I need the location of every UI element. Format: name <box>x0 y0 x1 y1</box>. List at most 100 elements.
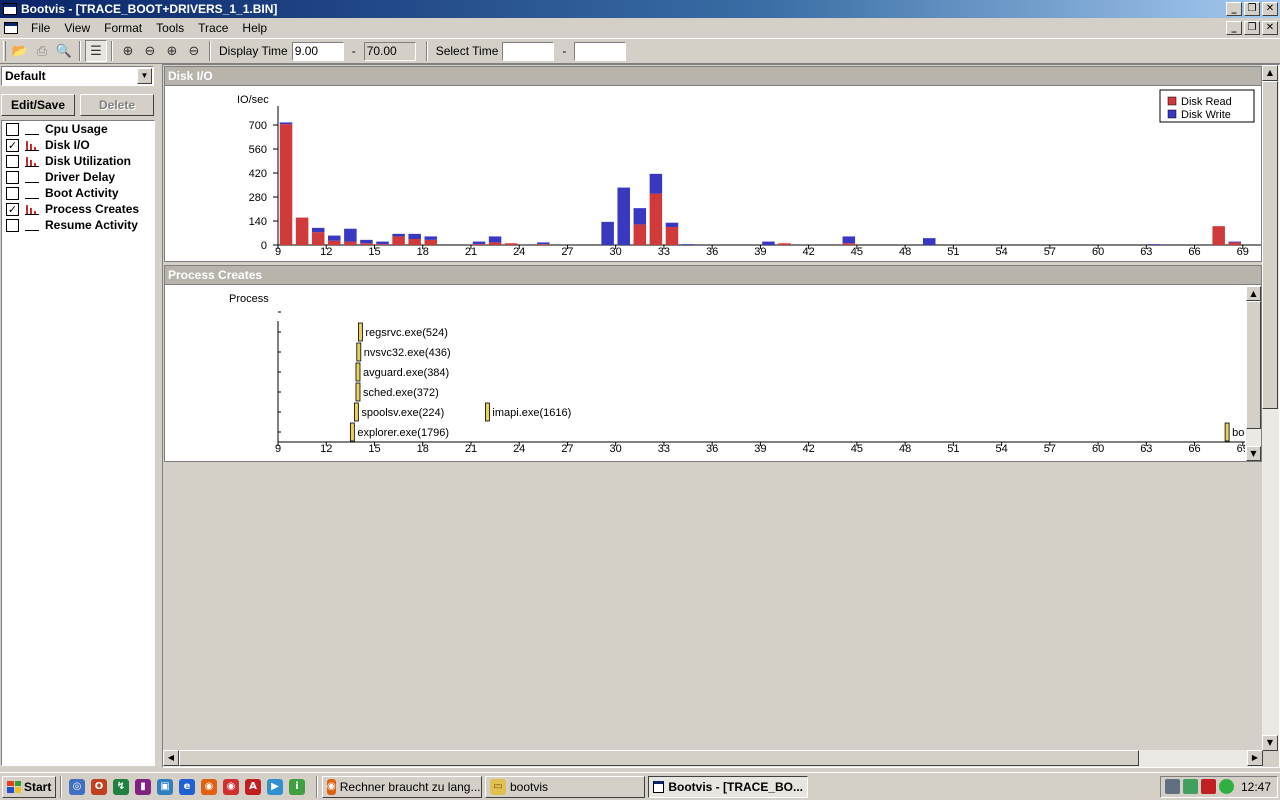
network-app-icon[interactable]: ▣ <box>157 778 173 795</box>
task-explorer-folder[interactable]: ▭ bootvis <box>485 775 645 798</box>
print-preview-icon[interactable]: 🔍 <box>53 40 75 62</box>
x-tick-label: 30 <box>610 443 622 455</box>
select-time-to-input[interactable] <box>574 41 627 61</box>
print-icon[interactable]: ⎙ <box>31 40 53 62</box>
process-label: sched.exe(372) <box>363 387 439 399</box>
graph-checkbox[interactable] <box>6 170 19 184</box>
doc-restore-button[interactable]: ❐ <box>1244 21 1260 35</box>
process-label: avguard.exe(384) <box>363 367 449 379</box>
tray-device-icon[interactable] <box>1165 779 1180 794</box>
x-tick-label: 12 <box>320 443 332 455</box>
x-tick-label: 66 <box>1188 246 1200 258</box>
zoom-in-selection-icon[interactable]: ⊕ <box>161 40 183 62</box>
graph-checkbox[interactable]: ✓ <box>6 202 19 216</box>
bar-chart-icon <box>25 155 39 167</box>
doc-close-button[interactable]: ✕ <box>1262 21 1278 35</box>
y-tick-label: 420 <box>249 168 267 180</box>
x-tick-label: 36 <box>706 246 718 258</box>
scroll-down-icon[interactable]: ▼ <box>1262 735 1278 751</box>
scroll-left-icon[interactable]: ◀ <box>163 750 179 766</box>
doc-minimize-button[interactable]: _ <box>1226 21 1242 35</box>
open-icon[interactable]: 📂 <box>9 40 31 62</box>
x-tick-label: 15 <box>368 443 380 455</box>
graph-list-item[interactable]: ✓ Process Creates <box>2 201 154 217</box>
zoom-out-icon[interactable]: ⊖ <box>139 40 161 62</box>
restore-button[interactable]: ❐ <box>1244 2 1260 16</box>
menu-tools[interactable]: Tools <box>149 19 191 37</box>
toolbar-separator <box>79 41 81 61</box>
disk-write-bar <box>279 122 293 125</box>
horizontal-scrollbar[interactable]: ◀ ▶ <box>163 750 1263 767</box>
tray-wireless-icon[interactable] <box>1219 779 1234 794</box>
acrobat-icon[interactable]: A <box>245 778 261 795</box>
taskbar-separator <box>316 775 318 798</box>
delete-button[interactable]: Delete <box>80 94 154 116</box>
graph-list-item[interactable]: Boot Activity <box>2 185 154 201</box>
display-time-to-input[interactable] <box>363 41 416 61</box>
graph-list-item[interactable]: Cpu Usage <box>2 121 154 137</box>
zoom-out-full-icon[interactable]: ⊖ <box>183 40 205 62</box>
process-marker <box>355 382 361 402</box>
profile-value: Default <box>5 69 46 83</box>
vertical-scrollbar[interactable]: ▲ ▼ <box>1262 65 1279 751</box>
scroll-down-icon[interactable]: ▼ <box>1246 446 1261 461</box>
scroll-thumb[interactable] <box>179 750 1139 766</box>
red-app-icon[interactable]: ◉ <box>223 778 239 795</box>
graph-list-item[interactable]: Resume Activity <box>2 217 154 233</box>
x-tick-label: 42 <box>803 246 815 258</box>
graph-checkbox[interactable] <box>6 154 19 168</box>
scroll-thumb[interactable] <box>1262 81 1278 409</box>
tray-network-icon[interactable] <box>1183 779 1198 794</box>
show-desktop-icon[interactable]: ◎ <box>69 778 85 795</box>
display-time-from-input[interactable] <box>291 41 344 61</box>
tray-acrobat-icon[interactable] <box>1201 779 1216 794</box>
scroll-up-icon[interactable]: ▲ <box>1246 286 1261 301</box>
scroll-right-icon[interactable]: ▶ <box>1247 750 1263 766</box>
office-icon[interactable]: O <box>91 778 107 795</box>
graph-checkbox[interactable] <box>6 218 19 232</box>
graph-list-item[interactable]: ✓ Disk I/O <box>2 137 154 153</box>
select-time-from-input[interactable] <box>502 41 555 61</box>
chevron-down-icon[interactable]: ▼ <box>137 68 152 84</box>
menu-format[interactable]: Format <box>97 19 149 37</box>
graph-list-item[interactable]: Disk Utilization <box>2 153 154 169</box>
scroll-up-icon[interactable]: ▲ <box>1262 65 1278 81</box>
media-player-icon[interactable]: ▶ <box>267 778 283 795</box>
document-icon[interactable] <box>4 22 18 34</box>
task-label: Rechner braucht zu lang... <box>339 779 481 794</box>
menu-file[interactable]: File <box>24 19 57 37</box>
graph-panel: Default ▼ Edit/Save Delete Cpu Usage ✓ Dis… <box>0 64 158 768</box>
minimize-button[interactable]: _ <box>1226 2 1242 16</box>
disk-read-bar <box>408 239 421 245</box>
info-app-icon[interactable]: i <box>289 778 305 795</box>
task-bootvis[interactable]: Bootvis - [TRACE_BO... <box>648 775 808 798</box>
pane-scrollbar[interactable]: ▲ ▼ <box>1246 286 1261 461</box>
graph-checkbox[interactable] <box>6 186 19 200</box>
start-button[interactable]: Start <box>2 775 56 798</box>
list-view-icon[interactable]: ☰ <box>85 40 107 62</box>
zoom-in-icon[interactable]: ⊕ <box>117 40 139 62</box>
app-icon[interactable] <box>3 3 17 15</box>
x-tick-label: 45 <box>851 246 863 258</box>
internet-explorer-icon[interactable]: e <box>179 778 195 795</box>
green-app-icon[interactable]: ↯ <box>113 778 129 795</box>
scroll-thumb[interactable] <box>1246 301 1261 429</box>
menu-help[interactable]: Help <box>235 19 274 37</box>
graph-checkbox[interactable]: ✓ <box>6 138 19 152</box>
process-label: boot <box>1232 427 1245 439</box>
x-tick-label: 15 <box>368 246 380 258</box>
edit-save-button[interactable]: Edit/Save <box>1 94 75 116</box>
task-firefox[interactable]: ◉ Rechner braucht zu lang... <box>322 775 482 798</box>
x-tick-label: 69 <box>1237 246 1249 258</box>
close-button[interactable]: ✕ <box>1262 2 1278 16</box>
bars-app-icon[interactable]: ▮ <box>135 778 151 795</box>
disk-write-bar <box>665 222 679 227</box>
graph-checkbox[interactable] <box>6 122 19 136</box>
toolbar-grip[interactable] <box>3 41 6 61</box>
menu-view[interactable]: View <box>57 19 97 37</box>
disk-read-bar <box>392 236 405 245</box>
firefox-icon[interactable]: ◉ <box>201 778 217 795</box>
menu-trace[interactable]: Trace <box>191 19 235 37</box>
profile-select[interactable]: Default ▼ <box>1 66 154 86</box>
graph-list-item[interactable]: Driver Delay <box>2 169 154 185</box>
